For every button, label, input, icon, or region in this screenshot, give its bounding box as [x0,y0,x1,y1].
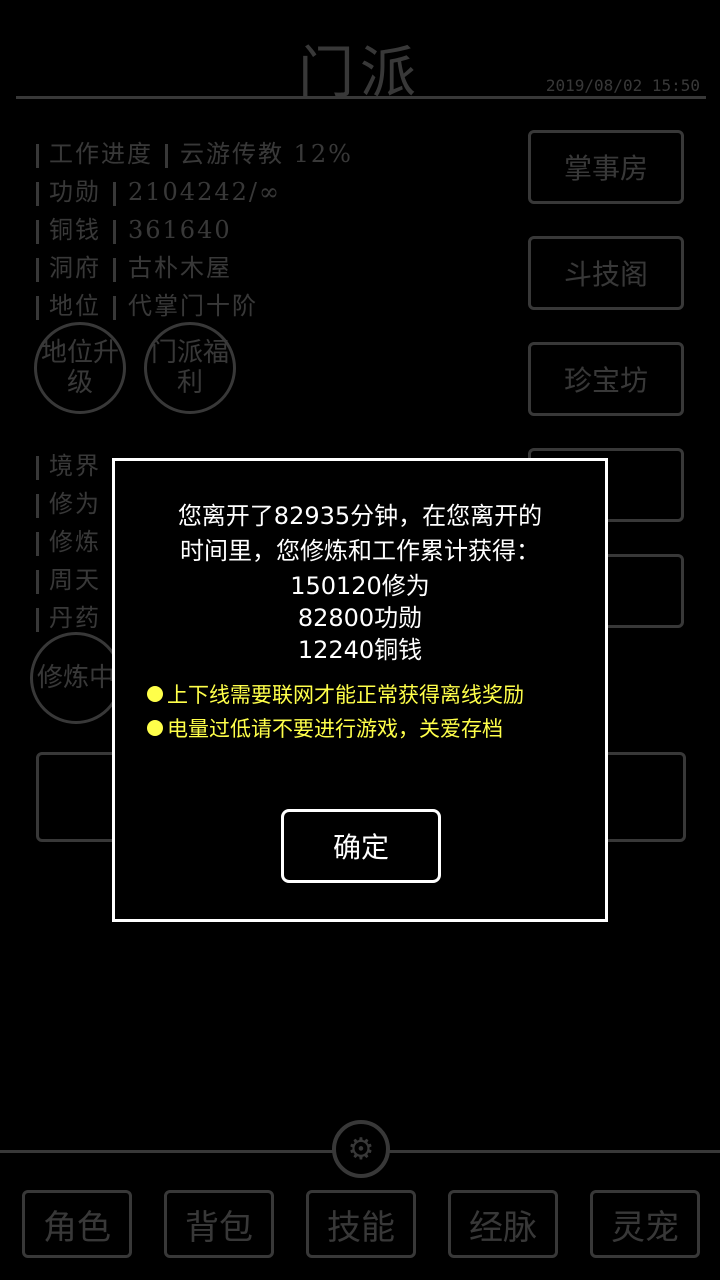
reward-coins: 12240铜钱 [297,636,423,664]
bullet-icon [147,720,163,736]
note-battery: 电量过低请不要进行游戏，关爱存档 [147,713,503,743]
side-button-management[interactable]: 掌事房 [528,130,684,204]
tab-meridians[interactable]: 经脉 [448,1190,558,1258]
bullet-icon [147,686,163,702]
stat-cave: 洞府 古朴木屋 [36,248,232,283]
reward-cultivation: 150120修为 [290,572,430,600]
welfare-button[interactable]: 门派福利 [144,322,236,414]
tab-skills[interactable]: 技能 [306,1190,416,1258]
gear-icon[interactable]: ⚙ [332,1120,390,1178]
stat-coins: 铜钱 361640 [36,210,232,245]
side-button-arena[interactable]: 斗技阁 [528,236,684,310]
note-network: 上下线需要联网才能正常获得离线奖励 [147,679,524,709]
reward-merit: 82800功勋 [297,604,423,632]
rank-up-button[interactable]: 地位升级 [34,322,126,414]
cultivating-button[interactable]: 修炼中 [30,632,122,724]
stat-work-progress: 工作进度 云游传教 12% [36,134,353,169]
tab-pets[interactable]: 灵宠 [590,1190,700,1258]
dialog-line-2: 时间里，您修炼和工作累计获得： [180,537,540,565]
timestamp: 2019/08/02 15:50 [545,76,700,95]
stat2-cultivation: 修为 [36,484,101,519]
side-button-treasure[interactable]: 珍宝坊 [528,342,684,416]
dialog-line-1: 您离开了82935分钟，在您离开的 [177,502,543,530]
tab-character[interactable]: 角色 [22,1190,132,1258]
offline-reward-dialog: 您离开了82935分钟，在您离开的 时间里，您修炼和工作累计获得： 150120… [112,458,608,922]
stat2-cycle: 周天 [36,560,101,595]
stat-merit: 功勋 2104242/∞ [36,172,281,207]
confirm-button[interactable]: 确定 [281,809,441,883]
tab-backpack[interactable]: 背包 [164,1190,274,1258]
stat2-pills: 丹药 [36,598,101,633]
header-divider [16,96,706,99]
stat2-realm: 境界 [36,446,101,481]
stat2-training: 修炼 [36,522,101,557]
stat-rank: 地位 代掌门十阶 [36,286,258,321]
